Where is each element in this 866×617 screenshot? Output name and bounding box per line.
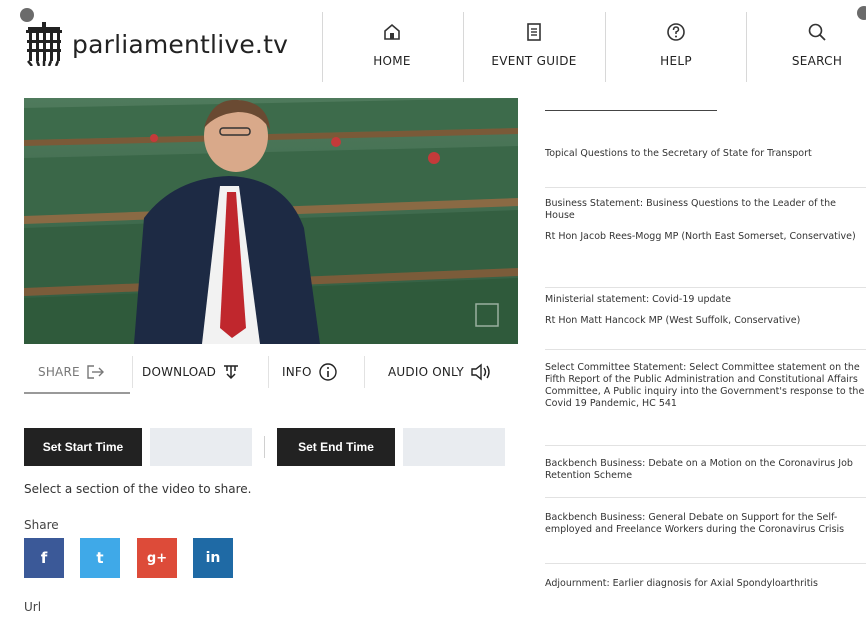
toolbar-divider [364,356,365,388]
info-icon [318,363,337,381]
time-divider [264,436,265,458]
event-title: Topical Questions to the Secretary of St… [545,148,812,159]
event-title: Select Committee Statement: Select Commi… [545,362,865,409]
info-tab[interactable]: INFO [282,350,338,394]
home-icon [384,23,400,40]
event-item[interactable]: Adjournment: Earlier diagnosis for Axial… [545,578,866,614]
portcullis-icon [26,22,62,66]
set-start-time-button[interactable]: Set Start Time [24,428,142,466]
google-plus-share-button[interactable]: g+ [137,538,177,578]
start-time-input[interactable] [150,428,252,466]
share-tab-indicator [24,392,130,394]
event-list-divider [545,110,717,111]
nav-divider [322,12,323,82]
linkedin-icon: in [205,550,221,566]
video-player[interactable] [24,98,518,344]
share-label: Share [24,518,59,532]
event-title: Ministerial statement: Covid-19 update [545,294,731,305]
event-item[interactable]: Backbench Business: Debate on a Motion o… [545,458,866,498]
share-tab[interactable]: SHARE [38,350,106,394]
twitter-icon: t [96,549,104,567]
video-toolbar: SHARE DOWNLOAD INFO AUDIO ONLY [24,350,518,394]
event-title: Backbench Business: General Debate on Su… [545,512,845,535]
nav-home-label: HOME [373,54,411,68]
nav-event-guide-label: EVENT GUIDE [491,54,577,68]
nav-help-label: HELP [660,54,692,68]
site-name: parliamentlive.tv [72,29,289,59]
event-title: Business Statement: Business Questions t… [545,198,837,221]
search-icon [808,23,826,41]
speaker-icon [471,363,490,381]
share-icon [87,365,104,379]
toolbar-divider [132,356,133,388]
download-tab[interactable]: DOWNLOAD [142,350,240,394]
event-item[interactable]: Topical Questions to the Secretary of St… [545,148,866,188]
event-item[interactable]: Select Committee Statement: Select Commi… [545,362,866,446]
event-title: Adjournment: Earlier diagnosis for Axial… [545,578,819,589]
linkedin-share-button[interactable]: in [193,538,233,578]
event-title: Backbench Business: Debate on a Motion o… [545,458,853,481]
event-item[interactable]: Ministerial statement: Covid-19 update R… [545,294,866,350]
nav-divider [746,12,747,82]
nav-search[interactable]: SEARCH [757,22,866,69]
event-speaker: Rt Hon Matt Hancock MP (West Suffolk, Co… [545,315,801,326]
share-tab-label: SHARE [38,365,80,379]
nav-event-guide[interactable]: EVENT GUIDE [474,22,594,69]
nav-home[interactable]: HOME [332,22,452,69]
facebook-share-button[interactable]: f [24,538,64,578]
download-tab-label: DOWNLOAD [142,365,217,379]
close-icon[interactable] [20,8,34,22]
video-frame [24,98,518,344]
twitter-share-button[interactable]: t [80,538,120,578]
google-plus-icon: g+ [146,550,168,566]
event-item[interactable]: Business Statement: Business Questions t… [545,198,866,288]
event-guide-icon [527,23,541,41]
end-time-input[interactable] [403,428,505,466]
nav-help[interactable]: HELP [616,22,736,69]
nav-divider [463,12,464,82]
toolbar-divider [268,356,269,388]
download-icon [224,365,239,380]
nav-divider [605,12,606,82]
site-logo[interactable]: parliamentlive.tv [24,22,288,66]
info-tab-label: INFO [282,365,312,379]
nav-search-label: SEARCH [791,54,843,68]
set-end-time-button[interactable]: Set End Time [277,428,395,466]
site-header: parliamentlive.tv HOME EVENT GUIDE HELP [0,0,866,92]
event-item[interactable]: Backbench Business: General Debate on Su… [545,512,866,564]
help-icon [667,23,685,41]
close-icon[interactable] [857,6,866,20]
audio-only-tab[interactable]: AUDIO ONLY [388,350,492,394]
event-speaker: Rt Hon Jacob Rees-Mogg MP (North East So… [545,231,856,242]
facebook-icon: f [40,549,48,567]
url-label: Url [24,600,42,614]
audio-only-tab-label: AUDIO ONLY [388,365,464,379]
clip-hint-text: Select a section of the video to share. [24,482,252,496]
